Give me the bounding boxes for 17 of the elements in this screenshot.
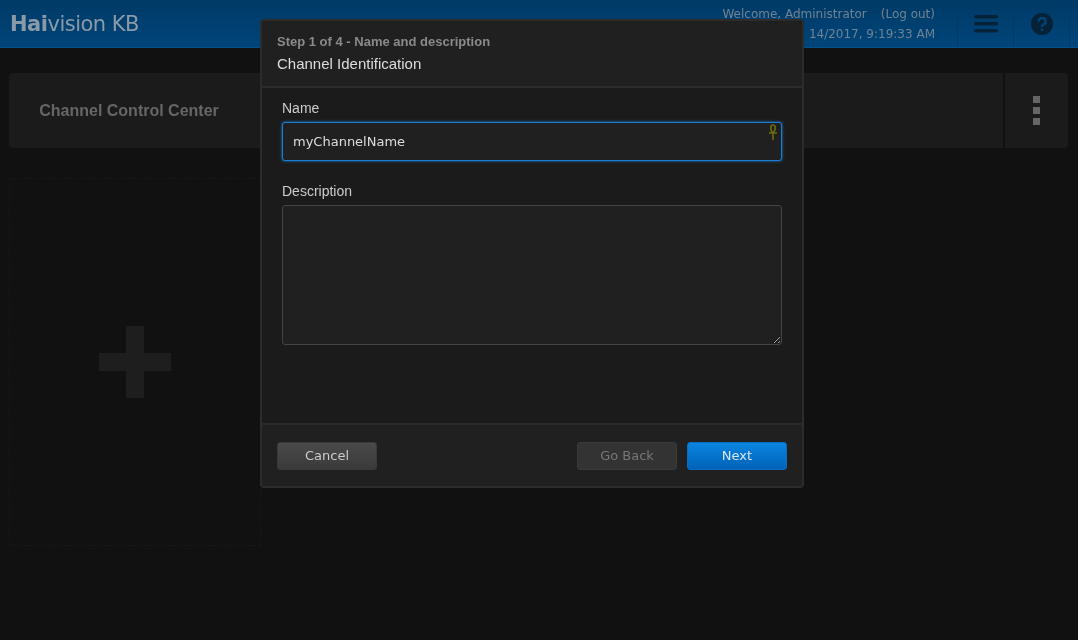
- logout-link[interactable]: (Log out): [880, 6, 935, 21]
- welcome-text: Welcome, Administrator: [722, 6, 867, 21]
- field-label: Description: [282, 183, 354, 199]
- next-button[interactable]: Next: [687, 441, 787, 470]
- cancel-button[interactable]: Cancel: [277, 441, 377, 470]
- dialog-title: Channel Identification: [277, 55, 423, 72]
- menu-icon: [973, 14, 998, 33]
- datetime-text: 14/2017, 9:19:33 AM: [808, 26, 935, 41]
- more-icon: [1032, 95, 1041, 126]
- name-field[interactable]: myChannelName: [282, 122, 782, 161]
- logo: Haivision KB: [9, 11, 139, 36]
- step-label: Step 1 of 4 - Name and description: [277, 34, 492, 49]
- page-title: Channel Control Center: [39, 101, 219, 120]
- ankh-icon: [768, 124, 778, 140]
- help-icon: [1030, 12, 1053, 35]
- field-label: Name: [282, 100, 321, 116]
- description-field[interactable]: [282, 205, 782, 345]
